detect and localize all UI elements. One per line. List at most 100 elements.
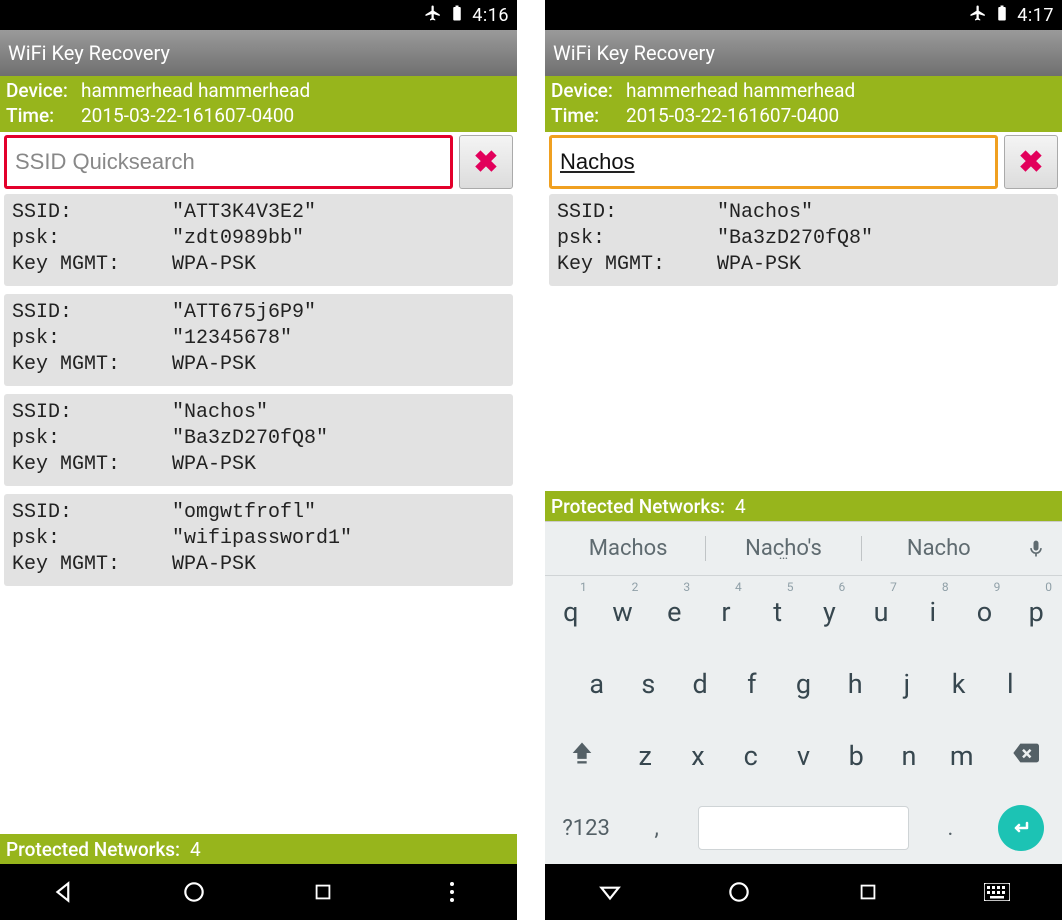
- psk-label: psk:: [12, 326, 172, 352]
- search-row: ✖: [0, 132, 517, 192]
- nav-back-button[interactable]: [588, 870, 632, 914]
- device-info: Device: hammerhead hammerhead Time: 2015…: [0, 76, 517, 132]
- key-c[interactable]: c: [724, 720, 777, 792]
- mgmt-label: Key MGMT:: [557, 252, 717, 278]
- key-n[interactable]: n: [883, 720, 936, 792]
- key-w[interactable]: w2: [597, 576, 649, 648]
- device-info: Device: hammerhead hammerhead Time: 2015…: [545, 76, 1062, 132]
- key-l[interactable]: l: [984, 648, 1036, 720]
- psk-label: psk:: [12, 226, 172, 252]
- mgmt-value: WPA-PSK: [717, 252, 801, 278]
- close-icon: ✖: [473, 145, 498, 180]
- key-f[interactable]: f: [726, 648, 778, 720]
- status-time: 4:16: [472, 5, 509, 26]
- ssid-value: "omgwtfrofl": [172, 500, 316, 526]
- status-bar: 4:17: [545, 0, 1062, 30]
- key-b[interactable]: b: [830, 720, 883, 792]
- phone-left: 4:16 WiFi Key Recovery Device: hammerhea…: [0, 0, 517, 920]
- time-value: 2015-03-22-161607-0400: [626, 103, 839, 128]
- key-symbols[interactable]: ?123: [545, 792, 627, 864]
- key-comma[interactable]: ,: [627, 792, 686, 864]
- key-enter[interactable]: [980, 792, 1062, 864]
- psk-value: "Ba3zD270fQ8": [717, 226, 873, 252]
- key-shift[interactable]: [545, 720, 619, 792]
- nav-home-button[interactable]: [172, 870, 216, 914]
- battery-icon: [448, 4, 466, 27]
- search-input[interactable]: [15, 149, 442, 175]
- mic-icon[interactable]: [1016, 537, 1056, 561]
- search-row: ✖: [545, 132, 1062, 192]
- nav-home-button[interactable]: [717, 870, 761, 914]
- key-space[interactable]: [686, 792, 921, 864]
- mgmt-label: Key MGMT:: [12, 552, 172, 578]
- key-v[interactable]: v: [777, 720, 830, 792]
- key-d[interactable]: d: [674, 648, 726, 720]
- psk-value: "Ba3zD270fQ8": [172, 426, 328, 452]
- suggestion[interactable]: Machos: [551, 536, 706, 561]
- network-list[interactable]: SSID:"ATT3K4V3E2" psk:"zdt0989bb" Key MG…: [0, 192, 517, 834]
- key-row-1: q1 w2 e3 r4 t5 y6 u7 i8 o9 p0: [545, 576, 1062, 648]
- search-input[interactable]: [560, 149, 987, 175]
- device-value: hammerhead hammerhead: [626, 78, 855, 103]
- search-box[interactable]: [549, 135, 998, 189]
- device-label: Device:: [551, 78, 626, 103]
- network-card[interactable]: SSID:"omgwtfrofl" psk:"wifipassword1" Ke…: [4, 494, 513, 586]
- backspace-icon: [1011, 739, 1039, 774]
- mgmt-value: WPA-PSK: [172, 252, 256, 278]
- key-h[interactable]: h: [829, 648, 881, 720]
- network-card[interactable]: SSID:"ATT675j6P9" psk:"12345678" Key MGM…: [4, 294, 513, 386]
- key-z[interactable]: z: [619, 720, 672, 792]
- suggestion[interactable]: Nacho's …: [706, 536, 861, 561]
- key-backspace[interactable]: [988, 720, 1062, 792]
- psk-value: "wifipassword1": [172, 526, 352, 552]
- key-t[interactable]: t5: [752, 576, 804, 648]
- airplane-mode-icon: [969, 4, 987, 27]
- nav-back-button[interactable]: [43, 870, 87, 914]
- clear-search-button[interactable]: ✖: [1004, 135, 1058, 189]
- nav-keyboard-button[interactable]: [975, 870, 1019, 914]
- key-s[interactable]: s: [623, 648, 675, 720]
- key-period[interactable]: .: [921, 792, 980, 864]
- nav-menu-button[interactable]: [430, 870, 474, 914]
- mgmt-label: Key MGMT:: [12, 252, 172, 278]
- suggestion-row: Machos Nacho's … Nacho: [545, 522, 1062, 576]
- psk-value: "zdt0989bb": [172, 226, 304, 252]
- key-y[interactable]: y6: [804, 576, 856, 648]
- search-box[interactable]: [4, 135, 453, 189]
- key-k[interactable]: k: [933, 648, 985, 720]
- key-j[interactable]: j: [881, 648, 933, 720]
- key-o[interactable]: o9: [959, 576, 1011, 648]
- status-bar: 4:16: [0, 0, 517, 30]
- time-value: 2015-03-22-161607-0400: [81, 103, 294, 128]
- key-q[interactable]: q1: [545, 576, 597, 648]
- time-label: Time:: [551, 103, 626, 128]
- footer-bar: Protected Networks: 4: [0, 834, 517, 864]
- psk-label: psk:: [12, 426, 172, 452]
- ssid-value: "ATT675j6P9": [172, 300, 316, 326]
- mgmt-value: WPA-PSK: [172, 452, 256, 478]
- time-label: Time:: [6, 103, 81, 128]
- key-a[interactable]: a: [571, 648, 623, 720]
- key-x[interactable]: x: [672, 720, 725, 792]
- key-u[interactable]: u7: [855, 576, 907, 648]
- key-p[interactable]: p0: [1010, 576, 1062, 648]
- network-card[interactable]: SSID:"Nachos" psk:"Ba3zD270fQ8" Key MGMT…: [549, 194, 1058, 286]
- nav-recent-button[interactable]: [301, 870, 345, 914]
- clear-search-button[interactable]: ✖: [459, 135, 513, 189]
- key-i[interactable]: i8: [907, 576, 959, 648]
- keyboard: Machos Nacho's … Nacho q1 w2 e3 r4 t5 y6…: [545, 521, 1062, 864]
- network-list[interactable]: SSID:"Nachos" psk:"Ba3zD270fQ8" Key MGMT…: [545, 192, 1062, 491]
- key-e[interactable]: e3: [648, 576, 700, 648]
- key-r[interactable]: r4: [700, 576, 752, 648]
- mgmt-value: WPA-PSK: [172, 552, 256, 578]
- suggestion[interactable]: Nacho: [862, 536, 1016, 561]
- network-card[interactable]: SSID:"ATT3K4V3E2" psk:"zdt0989bb" Key MG…: [4, 194, 513, 286]
- key-g[interactable]: g: [778, 648, 830, 720]
- key-m[interactable]: m: [935, 720, 988, 792]
- footer-label: Protected Networks:: [551, 495, 725, 518]
- nav-recent-button[interactable]: [846, 870, 890, 914]
- psk-label: psk:: [557, 226, 717, 252]
- network-card[interactable]: SSID:"Nachos" psk:"Ba3zD270fQ8" Key MGMT…: [4, 394, 513, 486]
- shift-icon: [568, 739, 596, 774]
- app-title: WiFi Key Recovery: [553, 41, 715, 65]
